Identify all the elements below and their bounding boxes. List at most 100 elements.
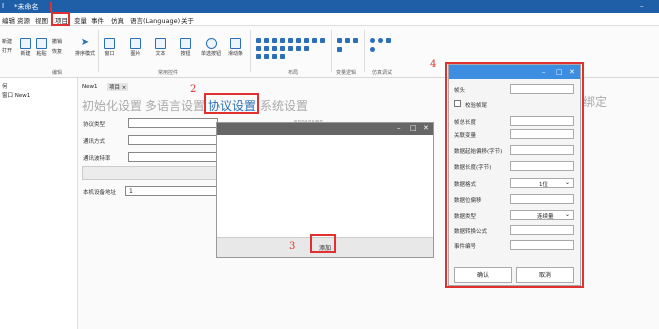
button-icon bbox=[180, 38, 191, 49]
device-addr-field[interactable]: 1 bbox=[125, 186, 218, 196]
redo-button[interactable]: 恢复 bbox=[52, 48, 62, 55]
minimize-button[interactable]: – bbox=[640, 2, 644, 10]
project-tree: 何 窗口 New1 bbox=[0, 78, 78, 329]
align-icon[interactable] bbox=[272, 38, 277, 43]
menu-bar: 编辑 资源 视图 项目 变量 事件 仿真 语言(Language) 关于 bbox=[0, 13, 659, 26]
size-icon[interactable] bbox=[256, 54, 261, 59]
debug-icon[interactable] bbox=[378, 38, 383, 43]
logic-icon[interactable] bbox=[353, 38, 358, 43]
distribute-icon[interactable] bbox=[280, 46, 285, 51]
size-icon[interactable] bbox=[272, 54, 277, 59]
stop-icon[interactable] bbox=[386, 38, 391, 43]
align-icon[interactable] bbox=[320, 38, 325, 43]
align-icon[interactable] bbox=[280, 38, 285, 43]
protocol-type-field[interactable] bbox=[128, 118, 218, 128]
menu-item-view[interactable]: 视图 bbox=[35, 15, 48, 25]
menu-item-variable[interactable]: 变量 bbox=[74, 15, 87, 25]
comm-mode-field[interactable] bbox=[128, 135, 218, 145]
paste-icon bbox=[36, 38, 47, 49]
heading-language[interactable]: 多语言设置 bbox=[145, 97, 205, 114]
tool-window[interactable]: 窗口 bbox=[104, 38, 115, 57]
highlight-protocol-tab bbox=[204, 93, 259, 114]
group-common-label: 常用控件 bbox=[158, 70, 179, 76]
distribute-icon[interactable] bbox=[296, 46, 301, 51]
tool-slider[interactable]: 滑动条 bbox=[228, 38, 243, 57]
new-file-icon bbox=[20, 38, 31, 49]
distribute-icon[interactable] bbox=[272, 46, 277, 51]
dialog-max-button[interactable]: □ bbox=[410, 124, 417, 132]
tool-radio[interactable]: 单选按钮 bbox=[201, 38, 221, 57]
align-icon[interactable] bbox=[296, 38, 301, 43]
tool-radio-label: 单选按钮 bbox=[201, 51, 222, 57]
highlight-add-button bbox=[310, 234, 336, 253]
annotation-4: 4 bbox=[430, 59, 437, 70]
heading-system[interactable]: 系统设置 bbox=[260, 97, 308, 114]
highlight-project-menu bbox=[51, 12, 70, 26]
distribute-icon[interactable] bbox=[288, 46, 293, 51]
open-button[interactable]: 打开 bbox=[2, 47, 12, 54]
tool-button-label: 按钮 bbox=[180, 51, 191, 57]
menu-item-simulate[interactable]: 仿真 bbox=[111, 15, 124, 25]
group-edit-label: 编辑 bbox=[52, 70, 63, 76]
marker-line bbox=[50, 2, 52, 12]
tab-new1[interactable]: New1 bbox=[82, 84, 98, 90]
align-icon[interactable] bbox=[256, 38, 261, 43]
align-icon[interactable] bbox=[288, 38, 293, 43]
dialog-close-button[interactable]: ✕ bbox=[423, 124, 429, 132]
window-icon bbox=[104, 38, 115, 49]
title-bar: I *未命名 – bbox=[0, 0, 659, 13]
menu-item-about[interactable]: 关于 bbox=[181, 15, 194, 25]
step-icon[interactable] bbox=[370, 47, 375, 52]
new2-button[interactable]: 新建 bbox=[20, 38, 31, 57]
align-icon[interactable] bbox=[304, 38, 309, 43]
annotation-3: 3 bbox=[289, 241, 296, 252]
variable-icon[interactable] bbox=[345, 38, 350, 43]
device-addr-label: 本机设备地址 bbox=[83, 190, 117, 196]
distribute-icon[interactable] bbox=[264, 46, 269, 51]
group-layout-label: 布局 bbox=[288, 70, 299, 76]
form-bar bbox=[82, 166, 218, 180]
protocol-type-label: 协议类型 bbox=[83, 122, 106, 128]
menu-item-language[interactable]: 语言(Language) bbox=[130, 15, 180, 25]
arrange-button[interactable]: ➤ 排序模式 bbox=[75, 37, 96, 58]
run-icon[interactable] bbox=[370, 38, 375, 43]
align-icon[interactable] bbox=[264, 38, 269, 43]
cursor-icon: ➤ bbox=[80, 37, 90, 48]
logic-icon[interactable] bbox=[337, 47, 342, 52]
tree-item-window[interactable]: 窗口 New1 bbox=[2, 91, 30, 99]
arrange-label: 排序模式 bbox=[75, 51, 96, 57]
tool-window-label: 窗口 bbox=[104, 51, 115, 57]
align-icon[interactable] bbox=[312, 38, 317, 43]
tool-text[interactable]: 文本 bbox=[155, 38, 166, 57]
tab-project[interactable]: 项目 × bbox=[107, 83, 129, 91]
dialog-min-button[interactable]: – bbox=[397, 124, 401, 132]
distribute-icon[interactable] bbox=[256, 46, 261, 51]
tree-root[interactable]: 何 bbox=[2, 82, 8, 90]
heading-init[interactable]: 初始化设置 bbox=[82, 97, 142, 114]
text-icon bbox=[155, 38, 166, 49]
baud-field[interactable] bbox=[128, 152, 218, 162]
size-icon[interactable] bbox=[280, 54, 285, 59]
annotation-2: 2 bbox=[190, 84, 197, 95]
menu-item-resource[interactable]: 资源 bbox=[17, 15, 30, 25]
ribbon-separator bbox=[331, 30, 332, 72]
radio-icon bbox=[205, 38, 217, 49]
app-title-fragment: I bbox=[2, 2, 5, 10]
size-icon[interactable] bbox=[264, 54, 269, 59]
group-var-logic-label: 变量逻辑 bbox=[336, 70, 357, 76]
paste-button[interactable]: 粘贴 bbox=[36, 38, 47, 57]
new-button[interactable]: 新建 bbox=[2, 38, 12, 45]
device-addr-value: 1 bbox=[129, 188, 133, 195]
ribbon-separator bbox=[250, 30, 251, 72]
tool-button[interactable]: 按钮 bbox=[180, 38, 191, 57]
undo-label: 撤销 bbox=[52, 39, 63, 45]
tool-image[interactable]: 图片 bbox=[130, 38, 141, 57]
comm-mode-label: 通讯方式 bbox=[83, 139, 106, 145]
variable-icon[interactable] bbox=[337, 38, 342, 43]
undo-button[interactable]: 撤销 bbox=[52, 38, 62, 45]
menu-item-edit[interactable]: 编辑 bbox=[2, 15, 15, 25]
distribute-icon[interactable] bbox=[304, 46, 309, 51]
menu-item-event[interactable]: 事件 bbox=[91, 15, 104, 25]
heading-binding[interactable]: 绑定 bbox=[583, 93, 607, 110]
paste-label: 粘贴 bbox=[36, 51, 47, 57]
